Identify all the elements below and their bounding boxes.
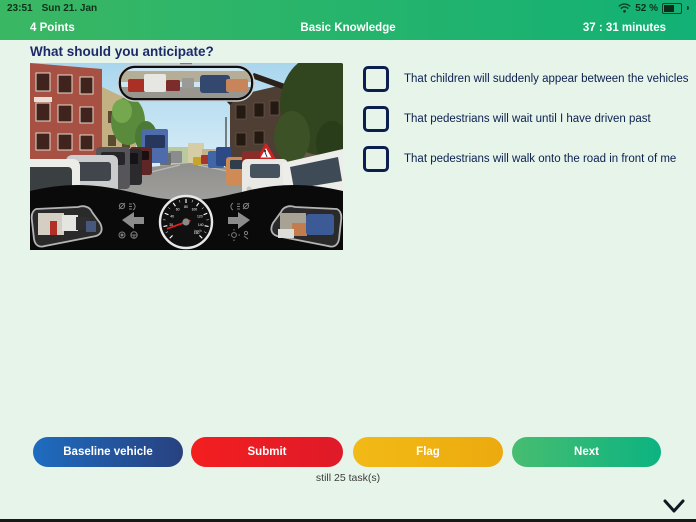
timer-label: 37 : 31 minutes [583, 22, 666, 34]
wifi-icon [618, 3, 631, 13]
submit-button[interactable]: Submit [191, 437, 343, 467]
answer-option-2-label: That pedestrians will wait until I have … [404, 113, 651, 125]
status-time: 23:51 [7, 3, 33, 14]
answer-option-3[interactable]: That pedestrians will walk onto the road… [363, 146, 688, 172]
answer-option-3-label: That pedestrians will walk onto the road… [404, 153, 676, 165]
svg-text:60: 60 [176, 208, 180, 212]
top-green-band: 23:51 Sun 21. Jan 52 % 4 Points Basic Kn… [0, 0, 696, 40]
svg-text:40: 40 [170, 214, 174, 218]
battery-icon [662, 3, 682, 14]
chevron-down-icon[interactable] [663, 499, 685, 514]
battery-cap [687, 6, 689, 10]
remaining-tasks-label: still 25 task(s) [0, 472, 696, 484]
svg-text:80: 80 [184, 205, 188, 209]
scene-image: 20406080100120140160 km/h [30, 63, 343, 250]
svg-text:100: 100 [191, 208, 197, 212]
svg-text:120: 120 [197, 214, 203, 218]
next-button[interactable]: Next [512, 437, 661, 467]
checkbox-2[interactable] [363, 106, 389, 132]
status-date: Sun 21. Jan [42, 3, 98, 14]
answer-option-1-label: That children will suddenly appear betwe… [404, 73, 688, 85]
answer-option-1[interactable]: That children will suddenly appear betwe… [363, 66, 688, 92]
app-screen: 23:51 Sun 21. Jan 52 % 4 Points Basic Kn… [0, 0, 696, 522]
speedometer-unit-label: km/h [194, 229, 201, 233]
answer-options: That children will suddenly appear betwe… [363, 66, 688, 172]
checkbox-1[interactable] [363, 66, 389, 92]
speedometer: 20406080100120140160 km/h [160, 196, 212, 248]
flag-button[interactable]: Flag [353, 437, 503, 467]
battery-percent: 52 % [635, 3, 658, 14]
baseline-vehicle-button[interactable]: Baseline vehicle [33, 437, 183, 467]
test-header: 4 Points Basic Knowledge 37 : 31 minutes [0, 16, 696, 40]
answer-option-2[interactable]: That pedestrians will wait until I have … [363, 106, 688, 132]
svg-text:140: 140 [198, 223, 204, 227]
checkbox-3[interactable] [363, 146, 389, 172]
status-bar: 23:51 Sun 21. Jan 52 % [0, 0, 696, 16]
question-title: What should you anticipate? [30, 44, 214, 59]
rearview-mirror [118, 63, 254, 101]
